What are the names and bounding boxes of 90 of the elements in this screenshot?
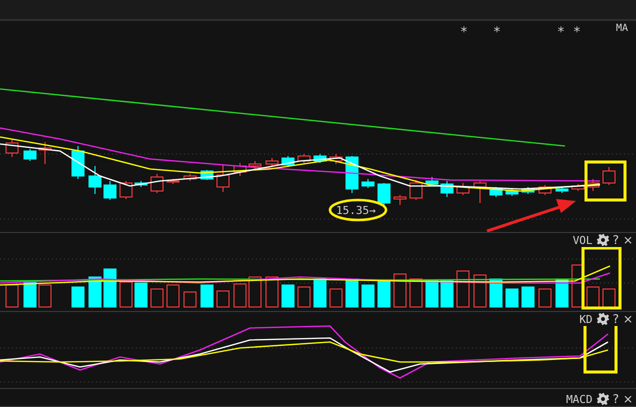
close-button[interactable]: × xyxy=(622,233,633,247)
volume-bar xyxy=(282,284,294,308)
candlestick xyxy=(456,182,470,196)
indicator-label: KD xyxy=(579,312,593,326)
candlestick xyxy=(266,158,278,168)
candlestick xyxy=(572,184,584,192)
close-button[interactable]: × xyxy=(622,312,633,326)
volume-bar xyxy=(330,288,342,308)
volume-bar xyxy=(522,286,534,308)
candlestick xyxy=(330,154,342,164)
candlestick xyxy=(440,180,454,198)
volume-bar xyxy=(72,286,84,308)
candlestick xyxy=(378,182,390,206)
settings-icon[interactable] xyxy=(596,393,609,405)
volume-bar xyxy=(410,278,422,308)
volume-bar xyxy=(538,288,552,308)
candlestick xyxy=(234,162,246,176)
candlestick xyxy=(150,174,164,194)
volume-bar xyxy=(6,284,18,308)
volume-bar xyxy=(38,284,52,308)
volume-bar xyxy=(456,270,470,308)
candlestick xyxy=(538,184,552,196)
volume-bar xyxy=(346,278,358,308)
indicator-label: VOL xyxy=(572,234,593,246)
candlestick xyxy=(24,148,36,162)
star-mark: * xyxy=(557,25,565,40)
candlestick xyxy=(298,154,310,164)
candlestick xyxy=(490,186,502,198)
volume-bar xyxy=(298,286,310,308)
volume-bar xyxy=(184,292,196,308)
candlestick xyxy=(134,180,148,188)
volume-bar xyxy=(120,282,132,308)
highlight-box xyxy=(582,246,622,310)
help-button[interactable]: ? xyxy=(612,312,619,326)
volume-bar xyxy=(134,282,148,308)
indicator-label: MA xyxy=(616,23,628,34)
volume-bar xyxy=(248,276,262,308)
indicator-label: MACD xyxy=(566,392,593,406)
star-mark: * xyxy=(573,25,581,40)
settings-icon[interactable] xyxy=(596,234,609,246)
volume-bar xyxy=(314,278,326,308)
candlestick xyxy=(104,180,116,200)
candlestick xyxy=(72,146,84,180)
volume-bar xyxy=(200,284,214,308)
star-mark: * xyxy=(493,25,501,40)
candlestick xyxy=(166,178,180,184)
candlestick xyxy=(602,166,616,186)
candlestick xyxy=(394,194,406,206)
volume-bar xyxy=(506,288,518,308)
volume-bar xyxy=(104,268,116,308)
candlestick xyxy=(506,188,518,196)
candlestick xyxy=(474,180,486,204)
candlestick xyxy=(6,138,18,158)
volume-bar xyxy=(362,284,374,308)
candlestick xyxy=(362,178,374,188)
volume-bar xyxy=(426,280,438,308)
volume-bar xyxy=(216,290,230,308)
candlestick xyxy=(522,186,534,194)
highlight-box xyxy=(584,160,626,202)
candlestick xyxy=(184,174,196,182)
help-button[interactable]: ? xyxy=(612,233,619,247)
candlestick xyxy=(410,180,422,200)
volume-bar xyxy=(586,286,600,308)
volume-bar xyxy=(88,276,102,308)
close-button[interactable]: × xyxy=(622,392,633,406)
volume-bar xyxy=(490,278,502,308)
volume-bar xyxy=(602,288,616,308)
volume-bar xyxy=(166,284,180,308)
candlestick xyxy=(120,180,132,200)
volume-bar xyxy=(394,274,406,308)
volume-bar xyxy=(556,278,568,308)
volume-bar xyxy=(234,284,246,308)
candlestick xyxy=(282,156,294,168)
candlestick xyxy=(38,142,52,164)
help-button[interactable]: ? xyxy=(612,392,619,406)
candlestick xyxy=(248,160,262,170)
star-mark: * xyxy=(460,25,468,40)
volume-bar xyxy=(150,288,164,308)
candlestick xyxy=(426,176,438,186)
price-label: 15.35→ xyxy=(336,204,376,217)
candlestick xyxy=(314,154,326,164)
volume-bar xyxy=(378,280,390,308)
volume-bar xyxy=(266,276,278,308)
candlestick xyxy=(586,178,600,192)
highlight-ellipse xyxy=(328,198,388,222)
candlestick xyxy=(88,166,102,194)
settings-icon[interactable] xyxy=(596,313,609,325)
volume-bar xyxy=(440,280,454,308)
candlestick xyxy=(216,164,230,192)
candlestick xyxy=(556,186,568,194)
